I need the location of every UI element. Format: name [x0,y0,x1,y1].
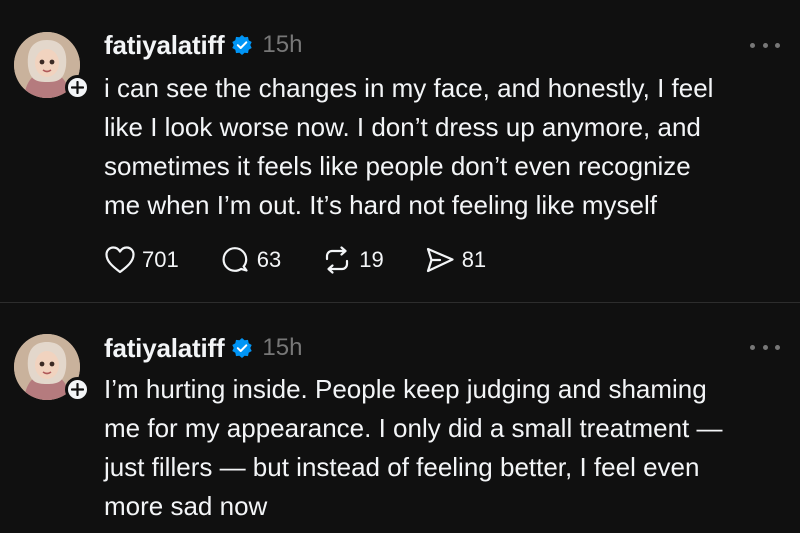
repost-icon [326,246,349,274]
share-count: 81 [461,247,487,272]
more-icon [750,344,755,350]
plus-icon [71,81,84,94]
share-button[interactable]: 81 [424,245,486,275]
post-time: 15h [262,334,303,361]
repost-count: 19 [359,247,384,272]
avatar-container[interactable] [14,32,90,100]
threads-feed: fatiyalatiff 15h i can see the changes i… [0,0,800,533]
follow-plus-button[interactable] [65,75,90,100]
username[interactable]: fatiyalatiff [104,30,225,61]
username[interactable]: fatiyalatiff [104,333,225,364]
like-count: 701 [142,247,179,272]
more-options-button[interactable] [750,337,780,357]
thread-post[interactable]: fatiyalatiff 15h i can see the changes i… [0,0,800,302]
more-options-button[interactable] [750,35,780,55]
more-icon-dot [762,344,768,350]
plus-icon [71,383,84,396]
reply-button[interactable]: 63 [219,245,281,275]
more-icon-dot [775,344,780,350]
verified-badge-icon [231,337,253,359]
post-time: 15h [262,31,303,58]
post-actions: 701 63 19 81 [104,242,526,278]
post-header: fatiyalatiff 15h [104,333,302,363]
post-text: I’m hurting inside. People keep judging … [104,374,723,521]
verified-badge-icon [231,34,253,56]
reply-icon [222,247,248,272]
more-icon-dot [762,42,768,48]
more-icon-dot [775,42,780,48]
post-header: fatiyalatiff 15h [104,30,302,60]
avatar-container[interactable] [14,334,90,402]
share-icon [426,247,454,273]
heart-icon [105,246,135,274]
post-text: i can see the changes in my face, and ho… [104,73,714,220]
reply-count: 63 [256,247,282,272]
like-button[interactable]: 701 [104,245,179,275]
follow-plus-button[interactable] [65,377,90,402]
more-icon [750,42,755,48]
repost-button[interactable]: 19 [321,245,384,275]
thread-post[interactable]: fatiyalatiff 15h I’m hurting inside. Peo… [0,303,800,533]
